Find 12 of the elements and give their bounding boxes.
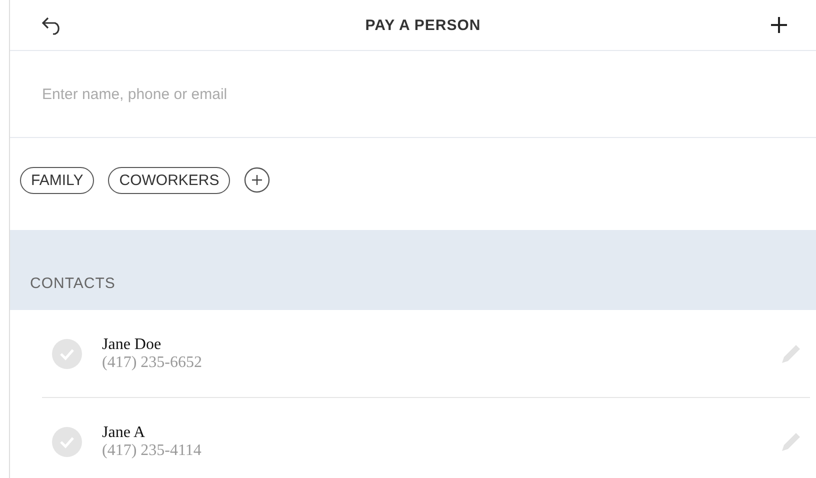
group-tag[interactable]: COWORKERS	[108, 166, 230, 194]
section-label: CONTACTS	[30, 275, 116, 292]
check-icon[interactable]	[52, 426, 82, 456]
screen-title: PAY A PERSON	[365, 16, 481, 34]
add-icon[interactable]	[770, 16, 788, 34]
contact-name: Jane A	[102, 424, 146, 442]
contact-phone: (417) 235-4114	[102, 442, 202, 460]
contact-name: Jane Doe	[102, 336, 162, 354]
check-icon[interactable]	[52, 338, 82, 368]
group-tag[interactable]: FAMILY	[20, 166, 94, 194]
contact-phone: (417) 235-6652	[102, 354, 203, 372]
add-group-icon[interactable]	[244, 167, 270, 193]
